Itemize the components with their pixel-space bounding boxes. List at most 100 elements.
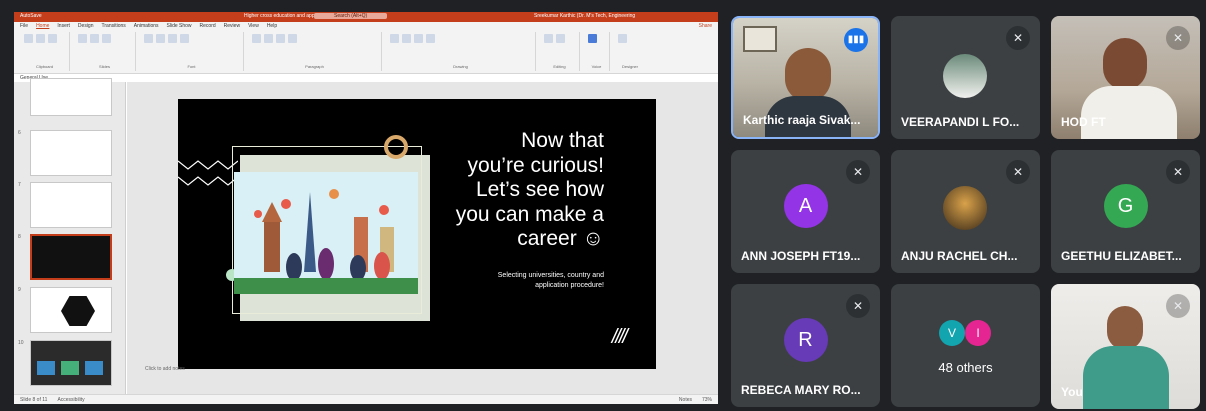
participant-name: Karthic raaja Sivak... (743, 113, 861, 127)
others-count: 48 others (938, 360, 993, 375)
paste-icon[interactable] (24, 34, 33, 43)
participant-tile-anju[interactable]: ✕ ANJU RACHEL CH... (891, 150, 1040, 273)
heading-line: you’re curious! (467, 153, 604, 177)
ribbon-group-editing: Editing (540, 32, 580, 71)
signed-in-user: Sreekumar Karthic (Dr. M's Tech, Enginee… (534, 13, 636, 19)
powerpoint-titlebar: AutoSave Higher cross education and appr… (14, 12, 718, 22)
ribbon-home: Clipboard Slides Font Paragraph Drawing … (14, 30, 718, 74)
participant-tile-hod[interactable]: ✕ HOD FT (1051, 16, 1200, 139)
reset-icon[interactable] (102, 34, 111, 43)
participant-tile-rebeca[interactable]: R ✕ REBECA MARY RO... (731, 284, 880, 407)
participant-photo (943, 54, 987, 98)
participant-name: HOD FT (1061, 115, 1106, 129)
cut-icon[interactable] (36, 34, 45, 43)
participant-tile-karthic[interactable]: ▮▮▮ Karthic raaja Sivak... (731, 16, 880, 139)
sensitivity-label[interactable]: General Use (14, 74, 718, 82)
shape-fill-icon[interactable] (426, 34, 435, 43)
numbering-icon[interactable] (264, 34, 273, 43)
copy-icon[interactable] (48, 34, 57, 43)
bullets-icon[interactable] (252, 34, 261, 43)
bold-icon[interactable] (144, 34, 153, 43)
participant-tile-geethu[interactable]: G ✕ GEETHU ELIZABET... (1051, 150, 1200, 273)
find-icon[interactable] (544, 34, 553, 43)
ribbon-tabs: File Home Insert Design Transitions Anim… (14, 22, 718, 30)
students-illustration (234, 172, 418, 294)
ribbon-group-paragraph: Paragraph (248, 32, 382, 71)
italic-icon[interactable] (156, 34, 165, 43)
new-slide-icon[interactable] (78, 34, 87, 43)
participant-name: ANN JOSEPH FT19... (741, 249, 861, 263)
ribbon-group-label: Drawing (453, 64, 468, 69)
participant-tile-self[interactable]: ✕ You (1051, 284, 1200, 409)
slide-number: 8 (18, 234, 21, 240)
tab-home[interactable]: Home (36, 23, 49, 29)
autosave-label[interactable]: AutoSave (20, 13, 42, 19)
font-color-icon[interactable] (180, 34, 189, 43)
slide-subtitle[interactable]: Selecting universities, country and appl… (404, 271, 604, 291)
ribbon-group-clipboard: Clipboard (20, 32, 70, 71)
participant-tile-ann[interactable]: A ✕ ANN JOSEPH FT19... (731, 150, 880, 273)
person-head (1103, 38, 1147, 90)
ribbon-group-voice: Voice (584, 32, 610, 71)
subtitle-line: application procedure! (535, 282, 604, 289)
heading-line: you can make a (455, 202, 604, 226)
top-strip (0, 0, 1206, 10)
align-icon[interactable] (276, 34, 285, 43)
tab-record[interactable]: Record (200, 23, 216, 29)
participant-tile-others[interactable]: V I 48 others (891, 284, 1040, 407)
arrange-icon[interactable] (402, 34, 411, 43)
slide-thumbnails-pane[interactable]: 6 7 8 9 10 (14, 78, 126, 394)
slide-thumbnail[interactable] (30, 130, 112, 176)
heading-line: Now that (521, 129, 604, 152)
smartart-icon[interactable] (288, 34, 297, 43)
tab-view[interactable]: View (248, 23, 259, 29)
shapes-icon[interactable] (390, 34, 399, 43)
slide-number: 9 (18, 287, 21, 293)
slide-thumbnail[interactable] (30, 182, 112, 228)
ribbon-group-label: Clipboard (35, 64, 54, 69)
slide-number: 10 (18, 340, 24, 346)
avatar: A (783, 183, 828, 228)
ribbon-group-label: Voice (591, 64, 602, 69)
ribbon-group-designer: Designer (614, 32, 646, 71)
tab-file[interactable]: File (20, 23, 28, 29)
subtitle-line: Selecting universities, country and (497, 272, 604, 279)
current-slide[interactable]: Now that you’re curious! Let’s see how y… (178, 99, 656, 369)
search-box[interactable]: Search (Alt+Q) (314, 13, 388, 19)
ribbon-group-slides: Slides (74, 32, 136, 71)
avatar: I (965, 320, 991, 346)
tab-animations[interactable]: Animations (134, 23, 159, 29)
designer-icon[interactable] (618, 34, 627, 43)
zoom-level[interactable]: 73% (702, 395, 712, 404)
tab-insert[interactable]: Insert (57, 23, 70, 29)
replace-icon[interactable] (556, 34, 565, 43)
ribbon-group-label: Paragraph (305, 64, 324, 69)
hexagon-shape (61, 296, 95, 326)
participant-tile-veerapandi[interactable]: ✕ VEERAPANDI L FO... (891, 16, 1040, 139)
ribbon-group-label: Font (187, 64, 196, 69)
slide-thumbnail[interactable] (30, 340, 112, 386)
tab-design[interactable]: Design (78, 23, 94, 29)
thumb-block (61, 361, 79, 375)
mic-off-icon: ✕ (1166, 26, 1190, 50)
participant-name: You (1061, 385, 1083, 399)
layout-icon[interactable] (90, 34, 99, 43)
tab-transitions[interactable]: Transitions (102, 23, 126, 29)
share-button[interactable]: Share (699, 23, 712, 29)
mic-off-icon: ✕ (1006, 26, 1030, 50)
slide-thumbnail-selected[interactable] (30, 234, 112, 280)
dictate-icon[interactable] (588, 34, 597, 43)
slide-thumbnail[interactable] (30, 78, 112, 116)
tab-help[interactable]: Help (267, 23, 277, 29)
quick-styles-icon[interactable] (414, 34, 423, 43)
tab-review[interactable]: Review (224, 23, 240, 29)
person-body (1083, 346, 1169, 409)
underline-icon[interactable] (168, 34, 177, 43)
tab-slide-show[interactable]: Slide Show (167, 23, 192, 29)
notes-placeholder[interactable]: Click to add notes (127, 366, 185, 372)
notes-toggle[interactable]: Notes (679, 395, 692, 404)
accessibility-status[interactable]: Accessibility (57, 395, 84, 404)
slide-editing-area[interactable]: Now that you’re curious! Let’s see how y… (127, 82, 718, 394)
slide-heading[interactable]: Now that you’re curious! Let’s see how y… (404, 129, 604, 252)
slide-thumbnail[interactable] (30, 287, 112, 333)
